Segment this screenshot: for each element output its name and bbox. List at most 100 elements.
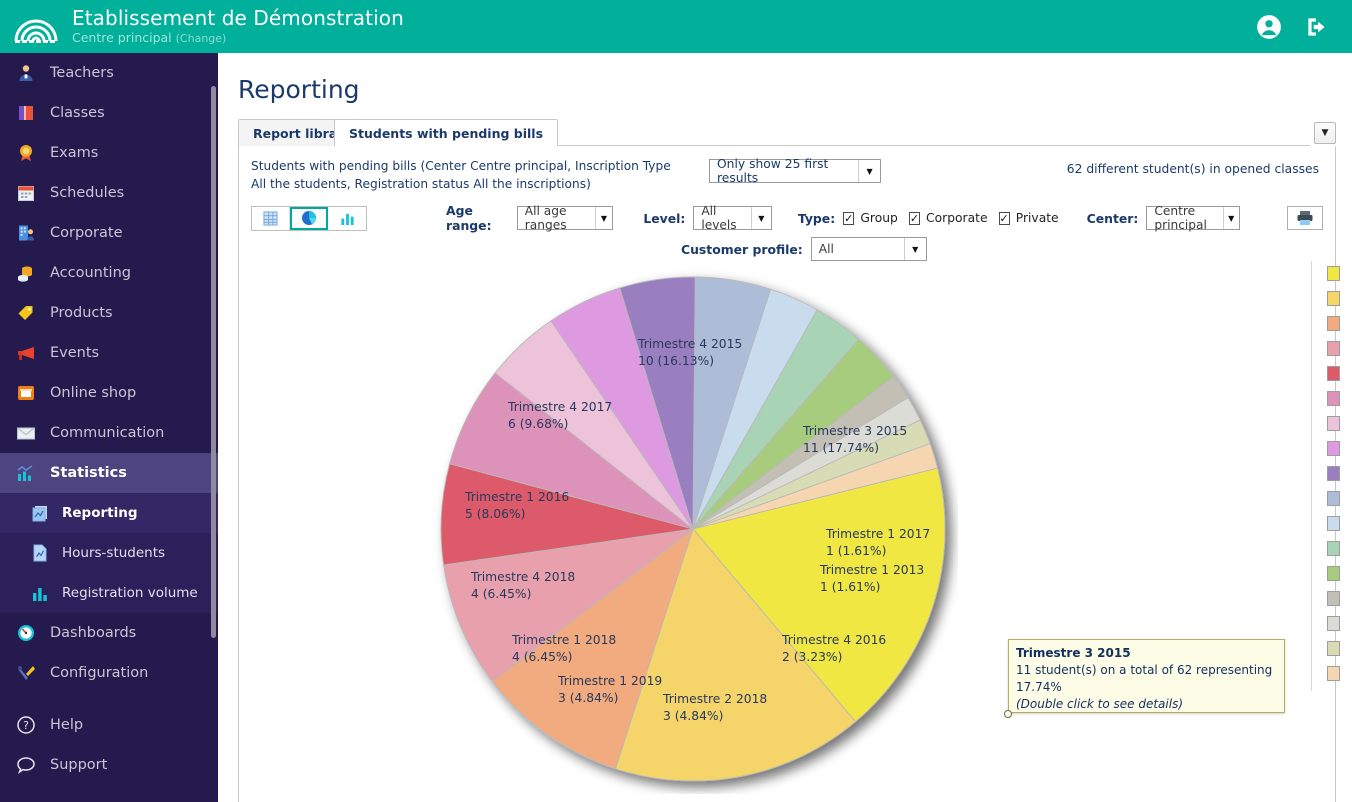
sidebar-scrollbar[interactable] [211,86,216,638]
sidebar-item-registration-volume[interactable]: Registration volume [0,573,218,613]
envelope-icon [16,423,50,443]
chevron-down-icon: ▼ [1222,207,1239,230]
legend-row[interactable]: Trimestre 1 201846.45% [1327,386,1352,411]
results-limit-value: Only show 25 first results [717,157,829,185]
bar-chart-view-button[interactable] [328,206,366,230]
legend-color-swatch [1327,591,1340,607]
sidebar-item-exams[interactable]: Exams [0,133,218,173]
top-header-bar: Etablissement de Démonstration Centre pr… [0,0,1352,53]
slice-tooltip: Trimestre 3 2015 11 student(s) on a tota… [1008,639,1285,714]
legend-row[interactable]: Trimestre 1 201311.61% [1327,611,1352,636]
sidebar-item-reporting[interactable]: Reporting [0,493,218,533]
question-circle-icon: ? [16,715,50,735]
legend-color-swatch [1327,341,1340,357]
center-value: Centre principal [1154,204,1207,233]
pie-slice-label: Trimestre 4 2016 2 (3.23%) [782,632,886,664]
results-limit-select[interactable]: Only show 25 first results ▼ [709,157,881,185]
legend-row[interactable]: Trimestre 1 201711.61% [1327,661,1352,686]
legend-row[interactable]: Trimestre 1 201934.84% [1327,411,1352,436]
type-corporate-label: Corporate [926,211,988,226]
chevron-down-icon: ▼ [750,207,771,230]
legend-row[interactable]: Trimestre 4 201769.68% [1327,311,1352,336]
legend-row[interactable]: Trimestre 3 201923.23% [1327,561,1352,586]
legend-row[interactable]: Trimestre 1 201658.06% [1327,336,1352,361]
tab-students-with-pending-bills[interactable]: Students with pending bills [334,119,559,146]
level-value: All levels [701,204,737,233]
legend-color-swatch [1327,291,1340,307]
main-content: Reporting Report library Students with p… [218,53,1352,802]
legend-color-swatch [1327,441,1340,457]
legend-color-swatch [1327,641,1340,657]
pie-slice-label: Trimestre 4 2018 4 (6.45%) [471,569,575,601]
sidebar-label: Help [50,717,84,733]
legend-row[interactable]: Trimestre 3 201811.61% [1327,586,1352,611]
legend-row[interactable]: Trimestre 4 201846.45% [1327,361,1352,386]
legend-color-swatch [1327,616,1340,632]
legend-row[interactable]: Trimestre 2 201834.84% [1327,461,1352,486]
tab-bar: Report library Students with pending bil… [238,118,1336,146]
rainbow-arc-logo-icon [14,19,58,43]
header-actions [1256,14,1352,40]
sidebar-item-statistics[interactable]: Statistics [0,453,218,493]
pie-chart-view-button[interactable] [290,206,328,230]
legend-row[interactable]: Trimestre 1 201523.23% [1327,511,1352,536]
customer-profile-value: All [818,242,834,257]
type-corporate-checkbox[interactable]: ✓ [908,211,921,225]
customer-profile-label: Customer profile: [681,241,803,257]
level-select[interactable]: All levels ▼ [693,204,772,233]
sidebar-item-products[interactable]: Products [0,293,218,333]
sidebar-item-schedules[interactable]: Schedules [0,173,218,213]
sidebar-item-dashboards[interactable]: Dashboards [0,613,218,653]
center-label: Center: [1086,210,1139,226]
sidebar-item-communication[interactable]: Communication [0,413,218,453]
chevron-down-icon: ▼ [594,207,613,230]
sidebar-item-events[interactable]: Events [0,333,218,373]
sidebar-item-corporate[interactable]: Corporate [0,213,218,253]
type-group-label: Group [860,211,898,226]
sidebar-item-support[interactable]: Support [0,745,218,785]
legend-row[interactable]: Trimestre 2 201734.84% [1327,436,1352,461]
sidebar-item-classes[interactable]: Classes [0,93,218,133]
table-view-button[interactable] [252,206,290,230]
sidebar-label: Accounting [50,265,131,281]
office-building-icon [16,223,50,243]
customer-profile-select[interactable]: All ▼ [810,237,927,262]
pie-slice-label-value: 6 (9.68%) [508,416,569,431]
age-range-select[interactable]: All age ranges ▼ [516,204,614,232]
sidebar-item-hours-students[interactable]: Hours-students [0,533,218,573]
tab-overflow-menu-button[interactable]: ▼ [1314,122,1336,144]
change-center-link[interactable]: (Change) [176,32,227,45]
shop-icon [16,383,50,403]
sidebar-item-configuration[interactable]: Configuration [0,653,218,693]
type-group-checkbox[interactable]: ✓ [843,211,855,225]
legend-row[interactable]: Summer 201611.61% [1327,636,1352,661]
legend-row[interactable]: Trimestre 3 20151117.74% [1327,261,1352,286]
legend-color-swatch [1327,391,1340,407]
logout-icon[interactable] [1304,14,1330,40]
print-button[interactable] [1286,206,1323,231]
sidebar-label: Exams [50,145,99,161]
pie-slice-label-value: 11 (17.74%) [803,440,880,455]
legend-color-swatch [1327,366,1340,382]
user-account-icon[interactable] [1256,14,1282,40]
svg-text:?: ? [23,719,29,732]
legend-color-swatch [1327,516,1340,532]
sidebar-item-online-shop[interactable]: Online shop [0,373,218,413]
type-private-checkbox[interactable]: ✓ [998,211,1010,225]
center-select[interactable]: Centre principal ▼ [1146,204,1240,233]
legend-row[interactable]: Trimestre 4 201623.23% [1327,536,1352,561]
legend-color-swatch [1327,466,1340,482]
legend-row[interactable]: Trimestre 4 20151016.13% [1327,286,1352,311]
pie-slice-label-name: Trimestre 1 2017 [826,527,931,542]
coins-icon [16,263,50,283]
sidebar-item-help[interactable]: ? Help [0,705,218,745]
legend-row[interactable]: Trimestre 3 201734.84% [1327,486,1352,511]
sidebar-item-teachers[interactable]: Teachers [0,53,218,93]
pie-chart[interactable]: Trimestre 4 2015 10 (16.13%) Trimestre 4 2… [428,264,958,794]
bar-chart-icon [30,583,62,603]
pie-slice-label-name: Trimestre 1 2018 [512,633,617,648]
pie-slice-label-name: Trimestre 4 2016 [782,633,887,648]
sidebar-item-accounting[interactable]: Accounting [0,253,218,293]
sidebar-label: Schedules [50,185,125,201]
pie-slice-label-name: Trimestre 1 2019 [558,674,663,689]
